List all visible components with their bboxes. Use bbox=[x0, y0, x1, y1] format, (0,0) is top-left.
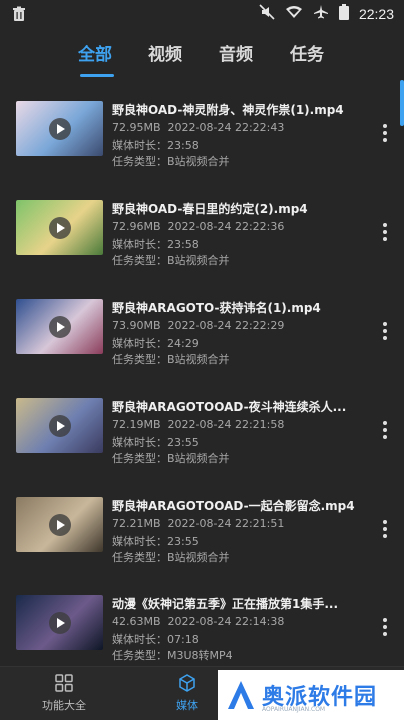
battery-icon bbox=[338, 4, 349, 24]
active-tab-indicator bbox=[80, 74, 114, 77]
thumbnail[interactable] bbox=[16, 595, 103, 650]
thumbnail[interactable] bbox=[16, 299, 103, 354]
tab-audio[interactable]: 音频 bbox=[219, 40, 253, 65]
more-options-icon[interactable] bbox=[378, 421, 392, 443]
thumbnail[interactable] bbox=[16, 200, 103, 255]
list-item[interactable]: 野良神ARAGOTOOAD-一起合影留念.mp4 72.21MB 2022-08… bbox=[0, 487, 404, 585]
duration: 媒体时长：23:58 bbox=[112, 139, 199, 152]
duration: 媒体时长：23:55 bbox=[112, 436, 199, 449]
file-title: 野良神OAD-春日里的约定(2).mp4 bbox=[112, 202, 308, 216]
size-date: 72.96MB 2022-08-24 22:22:36 bbox=[112, 220, 285, 233]
trash-icon[interactable] bbox=[10, 5, 28, 23]
list-item[interactable]: 野良神ARAGOTOOAD-夜斗神连续杀人... 72.19MB 2022-08… bbox=[0, 388, 404, 486]
task-type: 任务类型：B站视频合并 bbox=[112, 254, 230, 267]
size-date: 73.90MB 2022-08-24 22:22:29 bbox=[112, 319, 285, 332]
nav-media-label: 媒体 bbox=[176, 699, 198, 712]
more-options-icon[interactable] bbox=[378, 124, 392, 146]
size-date: 42.63MB 2022-08-24 22:14:38 bbox=[112, 615, 285, 628]
more-options-icon[interactable] bbox=[378, 618, 392, 640]
size-date: 72.21MB 2022-08-24 22:21:51 bbox=[112, 517, 285, 530]
thumbnail[interactable] bbox=[16, 398, 103, 453]
duration: 媒体时长：24:29 bbox=[112, 337, 199, 350]
thumbnail[interactable] bbox=[16, 497, 103, 552]
file-title: 野良神ARAGOTO-获持讳名(1).mp4 bbox=[112, 301, 321, 315]
task-type: 任务类型：B站视频合并 bbox=[112, 155, 230, 168]
task-type: 任务类型：B站视频合并 bbox=[112, 452, 230, 465]
play-icon bbox=[49, 316, 71, 338]
status-bar: 22:23 bbox=[0, 0, 404, 28]
list-item[interactable]: 动漫《妖神记第五季》正在播放第1集手... 42.63MB 2022-08-24… bbox=[0, 585, 404, 666]
play-icon bbox=[49, 118, 71, 140]
more-options-icon[interactable] bbox=[378, 520, 392, 542]
nav-features-label: 功能大全 bbox=[42, 699, 86, 712]
grid-icon bbox=[55, 674, 73, 692]
play-icon bbox=[49, 217, 71, 239]
tab-bar: 全部 视频 音频 任务 bbox=[0, 36, 404, 86]
size-date: 72.95MB 2022-08-24 22:22:43 bbox=[112, 121, 285, 134]
logo-icon bbox=[228, 681, 254, 709]
list-item[interactable]: 野良神ARAGOTO-获持讳名(1).mp4 73.90MB 2022-08-2… bbox=[0, 289, 404, 387]
task-type: 任务类型：B站视频合并 bbox=[112, 551, 230, 564]
cube-icon bbox=[179, 674, 195, 692]
more-options-icon[interactable] bbox=[378, 223, 392, 245]
play-icon bbox=[49, 612, 71, 634]
duration: 媒体时长：23:55 bbox=[112, 535, 199, 548]
list-item[interactable]: 野良神OAD-春日里的约定(2).mp4 72.96MB 2022-08-24 … bbox=[0, 190, 404, 288]
tab-task[interactable]: 任务 bbox=[290, 40, 324, 65]
tab-video[interactable]: 视频 bbox=[148, 40, 182, 65]
duration: 媒体时长：23:58 bbox=[112, 238, 199, 251]
play-icon bbox=[49, 514, 71, 536]
status-time: 22:23 bbox=[358, 6, 394, 22]
task-type: 任务类型：B站视频合并 bbox=[112, 353, 230, 366]
list-item[interactable]: 野良神OAD-神灵附身、神灵作祟(1).mp4 72.95MB 2022-08-… bbox=[0, 91, 404, 189]
nav-features[interactable]: 功能大全 bbox=[42, 673, 86, 713]
thumbnail[interactable] bbox=[16, 101, 103, 156]
media-list: 野良神OAD-神灵附身、神灵作祟(1).mp4 72.95MB 2022-08-… bbox=[0, 86, 404, 666]
play-icon bbox=[49, 415, 71, 437]
file-title: 动漫《妖神记第五季》正在播放第1集手... bbox=[112, 597, 339, 611]
task-type: 任务类型：M3U8转MP4 bbox=[112, 649, 233, 662]
watermark-subtext: AOPAIRUANJIAN.COM bbox=[262, 706, 326, 713]
wifi-icon bbox=[285, 4, 303, 24]
file-title: 野良神OAD-神灵附身、神灵作祟(1).mp4 bbox=[112, 103, 344, 117]
more-options-icon[interactable] bbox=[378, 322, 392, 344]
airplane-icon bbox=[313, 4, 329, 24]
duration: 媒体时长：07:18 bbox=[112, 633, 199, 646]
size-date: 72.19MB 2022-08-24 22:21:58 bbox=[112, 418, 285, 431]
file-title: 野良神ARAGOTOOAD-一起合影留念.mp4 bbox=[112, 499, 355, 513]
nav-media[interactable]: 媒体 bbox=[176, 673, 198, 713]
tab-all[interactable]: 全部 bbox=[78, 40, 112, 65]
mute-icon bbox=[259, 4, 275, 24]
file-title: 野良神ARAGOTOOAD-夜斗神连续杀人... bbox=[112, 400, 347, 414]
watermark-logo: 奥派软件园 AOPAIRUANJIAN.COM bbox=[218, 670, 404, 720]
